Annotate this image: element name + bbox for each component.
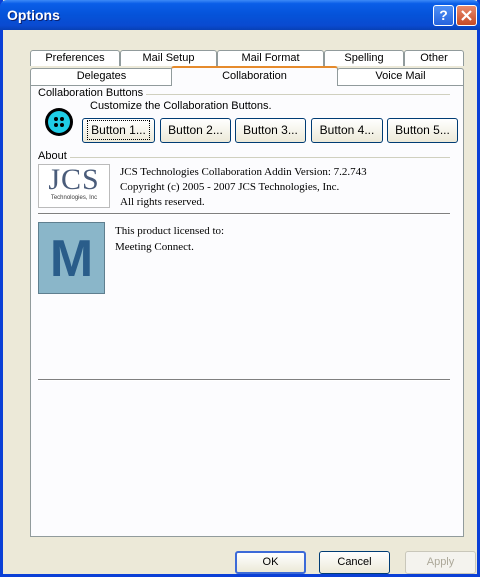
jcs-logo-subtext: Technologies, Inc bbox=[50, 195, 98, 201]
tab-spelling[interactable]: Spelling bbox=[324, 50, 404, 66]
title-bar[interactable]: Options ? bbox=[0, 0, 480, 30]
apply-button[interactable]: Apply bbox=[405, 551, 476, 574]
collaboration-panel bbox=[30, 85, 464, 537]
options-dialog: Options ? Preferences Mail Setup Mail Fo… bbox=[0, 0, 480, 577]
collab-button-2[interactable]: Button 2... bbox=[160, 118, 231, 143]
help-button[interactable]: ? bbox=[433, 5, 454, 26]
about-group-line bbox=[38, 157, 450, 158]
collab-button-3[interactable]: Button 3... bbox=[235, 118, 306, 143]
about-copyright-text: Copyright (c) 2005 - 2007 JCS Technologi… bbox=[120, 181, 340, 193]
tab-mail-setup[interactable]: Mail Setup bbox=[120, 50, 217, 66]
license-logo: M bbox=[38, 222, 105, 294]
collab-button-1[interactable]: Button 1... bbox=[82, 118, 155, 143]
collab-button-4[interactable]: Button 4... bbox=[311, 118, 383, 143]
cancel-button[interactable]: Cancel bbox=[319, 551, 390, 574]
tab-mail-format[interactable]: Mail Format bbox=[217, 50, 324, 66]
collaboration-icon bbox=[45, 108, 73, 136]
collab-button-5[interactable]: Button 5... bbox=[387, 118, 458, 143]
license-line1: This product licensed to: bbox=[115, 225, 225, 237]
close-button[interactable] bbox=[456, 5, 477, 26]
about-rights-text: All rights reserved. bbox=[120, 196, 205, 208]
tab-collaboration[interactable]: Collaboration bbox=[171, 66, 338, 86]
tab-delegates[interactable]: Delegates bbox=[30, 68, 173, 86]
license-line2: Meeting Connect. bbox=[115, 241, 194, 253]
tab-preferences[interactable]: Preferences bbox=[30, 50, 120, 66]
window-title: Options bbox=[7, 7, 60, 23]
license-separator bbox=[38, 379, 450, 381]
about-version-text: JCS Technologies Collaboration Addin Ver… bbox=[120, 166, 367, 178]
ok-button[interactable]: OK bbox=[235, 551, 306, 574]
about-separator bbox=[38, 213, 450, 215]
collab-button-1-label: Button 1... bbox=[87, 120, 150, 140]
jcs-logo-text: JCS bbox=[48, 164, 100, 196]
tab-voice-mail[interactable]: Voice Mail bbox=[337, 68, 464, 86]
jcs-logo: JCS Technologies, Inc bbox=[38, 164, 110, 208]
tab-other[interactable]: Other bbox=[404, 50, 464, 66]
collab-group-label: Collaboration Buttons bbox=[38, 87, 147, 99]
collab-description: Customize the Collaboration Buttons. bbox=[90, 100, 272, 112]
help-icon: ? bbox=[439, 7, 448, 23]
license-logo-letter: M bbox=[49, 230, 94, 288]
about-group-label: About bbox=[38, 150, 70, 162]
close-icon bbox=[461, 10, 472, 21]
